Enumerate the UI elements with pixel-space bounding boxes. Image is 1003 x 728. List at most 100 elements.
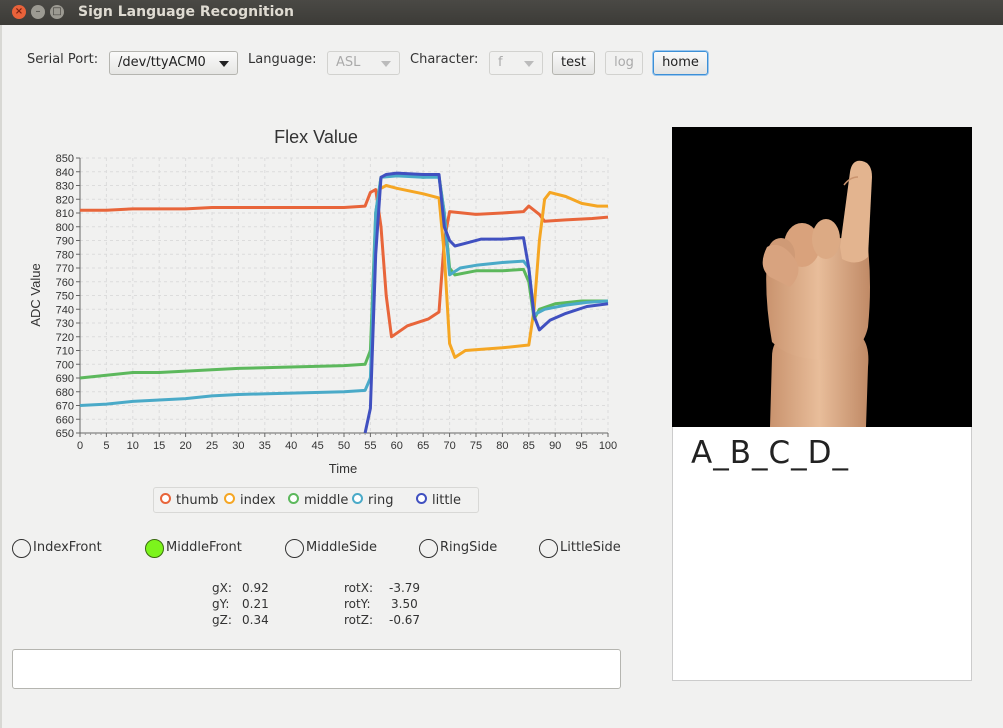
x-tick-label: 75 [470, 440, 482, 452]
gx-label: gX: [212, 581, 232, 595]
y-tick-label: 840 [56, 167, 74, 179]
flex-value-chart: 6506606706806907007107207307407507607707… [28, 127, 617, 476]
y-tick-label: 830 [56, 181, 74, 193]
language-label: Language: [248, 52, 317, 67]
chart-title: Flex Value [274, 127, 358, 147]
y-tick-label: 760 [56, 277, 74, 289]
language-select[interactable]: ASL [327, 51, 400, 75]
radio-label: MiddleSide [306, 540, 378, 555]
language-value: ASL [336, 55, 361, 70]
chevron-down-icon [381, 61, 391, 67]
chart-y-label: ADC Value [28, 263, 43, 326]
x-tick-label: 90 [549, 440, 561, 452]
legend-label: index [240, 493, 276, 508]
gy-label: gY: [212, 597, 230, 611]
x-tick-label: 100 [599, 440, 617, 452]
y-tick-label: 740 [56, 304, 74, 316]
y-tick-label: 690 [56, 373, 74, 385]
close-window-icon[interactable]: × [12, 5, 26, 19]
radio-label: RingSide [440, 540, 498, 555]
legend-label: ring [368, 493, 394, 508]
x-tick-label: 10 [127, 440, 139, 452]
gz-label: gZ: [212, 613, 232, 627]
legend-item-index: index [224, 493, 276, 508]
y-tick-label: 700 [56, 359, 74, 371]
radio-label: LittleSide [560, 540, 621, 555]
chart-x-label: Time [329, 461, 357, 476]
y-tick-label: 770 [56, 263, 74, 275]
legend-item-middle: middle [288, 493, 348, 508]
x-tick-label: 40 [285, 440, 297, 452]
y-tick-label: 680 [56, 387, 74, 399]
y-tick-label: 720 [56, 332, 74, 344]
home-button[interactable]: home [653, 51, 708, 75]
y-tick-label: 850 [56, 153, 74, 165]
legend-marker [160, 493, 171, 504]
recognized-text: A_B_C_D_ [691, 435, 849, 471]
hand-sign-f-icon [762, 160, 872, 427]
y-tick-label: 660 [56, 414, 74, 426]
character-label: Character: [410, 52, 479, 67]
y-tick-label: 710 [56, 346, 74, 358]
y-tick-label: 790 [56, 236, 74, 248]
x-tick-label: 80 [496, 440, 508, 452]
serial-port-label: Serial Port: [27, 52, 99, 67]
radio-circle-icon[interactable] [12, 539, 31, 558]
legend-marker [288, 493, 299, 504]
rotx-value: -3.79 [389, 581, 421, 595]
gy-value: 0.21 [242, 597, 269, 611]
minimize-window-icon[interactable]: – [31, 5, 45, 19]
x-axis-ticks: 0 5 10 15 20 25 30 35 40 45 50 55 60 65 70 75 80 85 90 95 10… [77, 433, 617, 452]
y-tick-label: 670 [56, 401, 74, 413]
x-tick-label: 55 [364, 440, 376, 452]
legend-label: thumb [176, 493, 219, 508]
x-tick-label: 5 [103, 440, 109, 452]
x-tick-label: 35 [259, 440, 271, 452]
y-axis-ticks: 6506606706806907007107207307407507607707… [56, 153, 80, 440]
legend-label: little [432, 493, 462, 508]
gx-value: 0.92 [242, 581, 269, 595]
x-tick-label: 65 [417, 440, 429, 452]
legend-marker [416, 493, 427, 504]
chevron-down-icon [219, 61, 229, 67]
radio-circle-icon[interactable] [145, 539, 164, 558]
result-panel: A_B_C_D_ [672, 427, 972, 681]
radio-label: IndexFront [33, 540, 102, 555]
y-tick-label: 810 [56, 208, 74, 220]
legend-marker [352, 493, 363, 504]
test-button[interactable]: test [552, 51, 595, 75]
y-tick-label: 800 [56, 222, 74, 234]
x-tick-label: 85 [523, 440, 535, 452]
legend-label: middle [304, 493, 349, 508]
character-value: f [498, 55, 503, 70]
serial-port-value: /dev/ttyACM0 [118, 55, 206, 70]
radio-circle-icon[interactable] [285, 539, 304, 558]
radio-circle-icon[interactable] [419, 539, 438, 558]
title-bar: × – □ Sign Language Recognition [0, 0, 1003, 25]
character-select[interactable]: f [489, 51, 543, 75]
y-tick-label: 730 [56, 318, 74, 330]
y-tick-label: 750 [56, 291, 74, 303]
y-tick-label: 650 [56, 428, 74, 440]
x-tick-label: 15 [153, 440, 165, 452]
legend-item-thumb: thumb [160, 493, 219, 508]
chart-legend: thumb index middle ring little [153, 487, 479, 513]
output-text-field[interactable] [12, 649, 621, 689]
x-tick-label: 20 [179, 440, 191, 452]
y-tick-label: 820 [56, 194, 74, 206]
rotx-label: rotX: [344, 581, 373, 595]
rotz-value: -0.67 [389, 613, 421, 627]
maximize-window-icon[interactable]: □ [50, 5, 64, 19]
rotz-label: rotZ: [344, 613, 373, 627]
chevron-down-icon [524, 61, 534, 67]
y-tick-label: 780 [56, 249, 74, 261]
x-tick-label: 70 [443, 440, 455, 452]
legend-item-little: little [416, 493, 461, 508]
gz-value: 0.34 [242, 613, 269, 627]
serial-port-select[interactable]: /dev/ttyACM0 [109, 51, 238, 75]
radio-label: MiddleFront [166, 540, 242, 555]
x-tick-label: 0 [77, 440, 83, 452]
log-button[interactable]: log [605, 51, 643, 75]
radio-circle-icon[interactable] [539, 539, 558, 558]
roty-value: 3.50 [391, 597, 418, 611]
